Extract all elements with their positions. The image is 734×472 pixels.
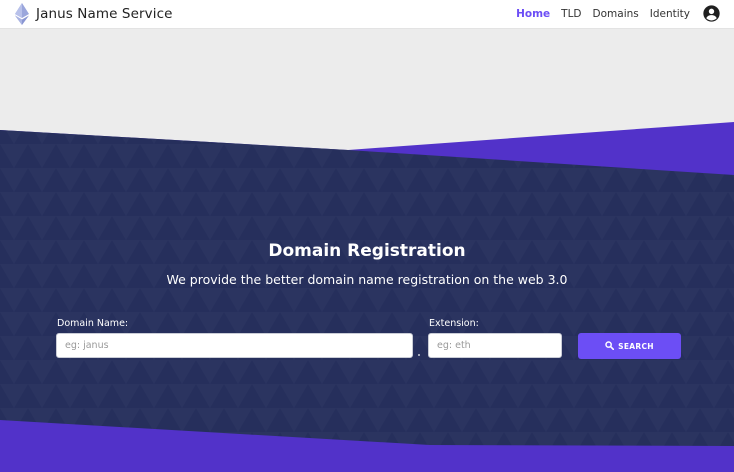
hero-title: Domain Registration xyxy=(268,241,466,261)
hero-section: Domain Registration We provide the bette… xyxy=(0,0,734,472)
search-button[interactable]: SEARCH xyxy=(578,333,681,359)
domain-name-input[interactable] xyxy=(56,333,413,358)
search-icon xyxy=(605,340,615,352)
hero-subtitle: We provide the better domain name regist… xyxy=(166,272,568,287)
extension-label: Extension: xyxy=(429,318,479,329)
separator-dot xyxy=(418,354,420,356)
extension-input[interactable] xyxy=(428,333,562,358)
domain-name-label: Domain Name: xyxy=(57,318,129,329)
search-button-label: SEARCH xyxy=(618,341,654,351)
